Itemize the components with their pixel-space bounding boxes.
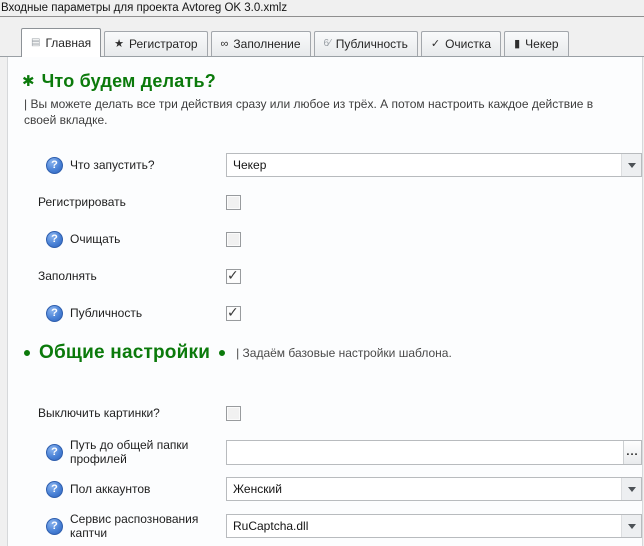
settings-form: ? Что запустить? Чекер Регистрировать ? <box>22 153 642 540</box>
help-icon[interactable]: ? <box>46 304 63 322</box>
row-disable-images: Выключить картинки? <box>22 401 642 425</box>
book-icon: ▮ <box>514 37 521 50</box>
disable-images-checkbox[interactable] <box>226 405 241 421</box>
row-register: Регистрировать <box>22 190 642 214</box>
green-star-icon: ✱ <box>22 73 35 90</box>
tab-main-label: Главная <box>45 36 92 50</box>
green-bullet-icon <box>219 350 226 356</box>
profiles-path-field: ... <box>226 439 642 465</box>
help-icon[interactable]: ? <box>46 230 63 248</box>
gender-dropdown[interactable]: Женский <box>226 477 642 501</box>
profiles-path-label: Путь до общей папки профилей <box>70 438 189 466</box>
gender-label: Пол аккаунтов <box>70 482 151 496</box>
browse-button[interactable]: ... <box>623 440 641 464</box>
tab-registrator-label: Регистратор <box>129 37 198 51</box>
checkmark-icon: ✓ <box>430 37 441 50</box>
section-actions-header: ✱ Что будем делать? <box>22 71 642 92</box>
register-label: Регистрировать <box>38 195 126 209</box>
tab-publichnost[interactable]: 6⁄ Публичность <box>313 31 418 56</box>
gender-dropdown-button[interactable] <box>621 478 641 500</box>
tab-zapolnenie-label: Заполнение <box>233 37 301 51</box>
tab-publichnost-label: Публичность <box>335 37 408 51</box>
grid-icon: ▤ <box>31 37 41 48</box>
row-profiles-path: ? Путь до общей папки профилей ... <box>22 438 642 466</box>
tab-cheker[interactable]: ▮ Чекер <box>504 31 569 56</box>
register-checkbox[interactable] <box>226 194 241 210</box>
chevron-down-icon <box>627 486 636 492</box>
row-what-to-run: ? Что запустить? Чекер <box>22 153 642 177</box>
help-icon[interactable]: ? <box>46 480 63 498</box>
clean-checkbox[interactable] <box>226 231 241 247</box>
captcha-service-label: Сервис распознования каптчи <box>70 512 199 540</box>
tab-main[interactable]: ▤ Главная <box>21 28 102 57</box>
fill-label: Заполнять <box>38 269 97 283</box>
tab-ochistka-label: Очистка <box>445 37 492 51</box>
what-to-run-dropdown-button[interactable] <box>621 154 641 176</box>
row-fill: Заполнять <box>22 264 642 288</box>
what-to-run-dropdown[interactable]: Чекер <box>226 153 642 177</box>
row-publicity: ? Публичность <box>22 301 642 325</box>
tab-cheker-label: Чекер <box>525 37 559 51</box>
tab-page-main: ✱ Что будем делать? | Вы можете делать в… <box>7 57 643 546</box>
section-general-header: Общие настройки | Задаём базовые настрой… <box>24 338 642 368</box>
clean-label: Очищать <box>70 232 121 246</box>
profiles-path-input[interactable] <box>227 440 623 464</box>
star-icon: ★ <box>114 37 125 50</box>
section-general-title: Общие настройки <box>39 342 211 363</box>
help-icon[interactable]: ? <box>46 443 63 461</box>
infinity-icon: ∞ <box>220 37 229 50</box>
help-icon[interactable]: ? <box>46 156 63 174</box>
glasses-icon: 6⁄ <box>323 38 331 49</box>
gender-value: Женский <box>233 482 282 496</box>
fill-checkbox[interactable] <box>226 267 241 284</box>
tab-ochistka[interactable]: ✓ Очистка <box>420 31 502 56</box>
disable-images-label: Выключить картинки? <box>38 406 160 420</box>
chevron-down-icon <box>627 162 636 168</box>
section-actions-title: Что будем делать? <box>41 71 216 91</box>
row-captcha-service: ? Сервис распознования каптчи RuCaptcha.… <box>22 512 642 540</box>
publicity-label: Публичность <box>70 306 143 320</box>
tab-zapolnenie[interactable]: ∞ Заполнение <box>210 31 311 56</box>
row-gender: ? Пол аккаунтов Женский <box>22 477 642 501</box>
captcha-service-value: RuCaptcha.dll <box>233 519 309 533</box>
green-bullet-icon <box>24 350 30 356</box>
tab-strip: ▤ Главная ★ Регистратор ∞ Заполнение 6⁄ … <box>0 17 644 57</box>
what-to-run-label: Что запустить? <box>70 158 155 172</box>
window-title: Входные параметры для проекта Avtoreg OK… <box>0 0 644 17</box>
tab-registrator[interactable]: ★ Регистратор <box>104 31 208 56</box>
help-icon[interactable]: ? <box>46 517 63 535</box>
section-general-subtitle: | Задаём базовые настройки шаблона. <box>236 346 452 360</box>
what-to-run-value: Чекер <box>233 158 267 172</box>
chevron-down-icon <box>627 523 636 529</box>
section-actions-subtitle: | Вы можете делать все три действия сраз… <box>24 97 594 127</box>
captcha-service-dropdown[interactable]: RuCaptcha.dll <box>226 514 642 538</box>
captcha-service-dropdown-button[interactable] <box>621 515 641 537</box>
publicity-checkbox[interactable] <box>226 304 241 321</box>
row-clean: ? Очищать <box>22 227 642 251</box>
